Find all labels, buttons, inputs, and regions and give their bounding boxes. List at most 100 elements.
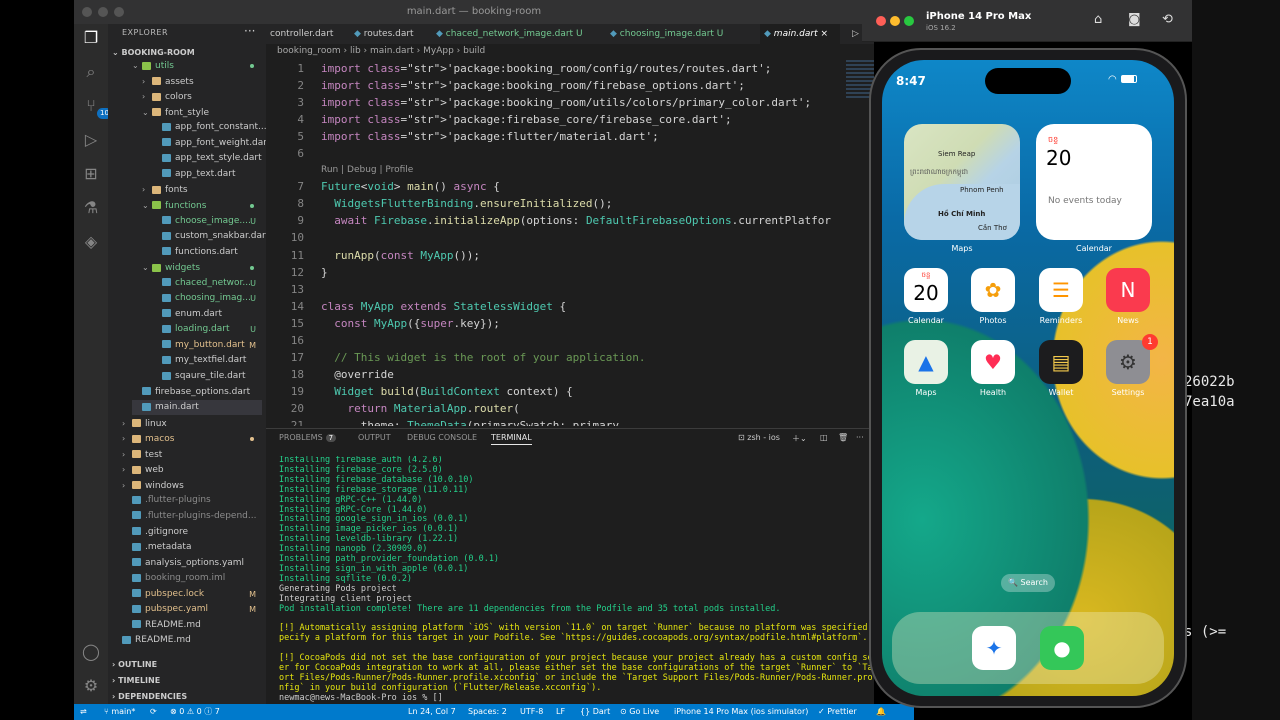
device-selector[interactable]: iPhone 14 Pro Max (ios simulator) [674,704,808,720]
tree-file[interactable]: .flutter-plugins-depend... [122,509,262,524]
calendar-app-icon[interactable]: ចន្ទ 20 [904,268,948,312]
tree-file[interactable]: .flutter-plugins [122,493,262,508]
account-icon[interactable]: ◯ [81,642,101,662]
sim-minimize-button[interactable] [890,16,900,26]
flutter-icon[interactable]: ◈ [81,232,101,252]
tree-folder[interactable]: › macos [122,431,262,446]
tree-file[interactable]: README.md [122,618,262,633]
code-line[interactable]: Widget build(BuildContext context) { [321,385,572,398]
cursor-position[interactable]: Ln 24, Col 7 [408,704,456,720]
minimize-window-button[interactable] [98,7,108,17]
tree-folder[interactable]: › web [122,462,262,477]
settings-gear-icon[interactable]: ⚙ [81,676,101,696]
branch-indicator[interactable]: ⑂ main* [104,704,135,720]
code-line[interactable]: import class="str">'package:booking_room… [321,79,745,92]
safari-icon[interactable]: ✦ [972,626,1016,670]
dependencies-section[interactable]: › DEPENDENCIES [112,692,187,701]
tree-file[interactable]: custom_snakbar.dart [152,229,266,244]
search-icon[interactable]: ⌕ [81,62,101,82]
tree-folder[interactable]: ⌄ functions [142,198,262,213]
codelens-run-debug[interactable]: Run | Debug | Profile [321,165,413,175]
tree-file[interactable]: pubspec.yaml M [122,602,262,617]
code-line[interactable]: return MaterialApp.router( [321,402,520,415]
explorer-icon[interactable]: ❐ [81,28,101,48]
tab-controller[interactable]: controller.dart [266,24,346,44]
photos-app-icon[interactable]: ✿ [971,268,1015,312]
tree-folder[interactable]: ⌄ widgets [142,260,262,275]
go-live-button[interactable]: ⊙ Go Live [620,704,659,720]
tree-file[interactable]: firebase_options.dart [132,385,262,400]
code-line[interactable]: theme: ThemeData(primarySwatch: primary [321,419,619,426]
tree-file[interactable]: .gitignore [122,525,262,540]
code-line[interactable]: await Firebase.initializeApp(options: De… [321,214,831,227]
close-window-button[interactable] [82,7,92,17]
sync-icon[interactable]: ⟳ [150,704,157,720]
run-debug-icon[interactable]: ▷ [81,130,101,150]
tab-problems[interactable]: PROBLEMS 7 [279,433,337,442]
tree-file[interactable]: loading.dart U [152,322,262,337]
code-line[interactable]: runApp(const MyApp()); [321,249,480,262]
tree-file[interactable]: app_font_weight.dart [152,136,266,151]
code-line[interactable]: @override [321,368,394,381]
tree-file[interactable]: README.md [112,633,262,648]
code-line[interactable]: Future<void> main() async { [321,180,500,193]
encoding[interactable]: UTF-8 [520,704,543,720]
line-ending[interactable]: LF [556,704,565,720]
code-line[interactable]: const MyApp({super.key}); [321,317,500,330]
maps-widget[interactable]: Siem Reap ព្រះរាជាណាចក្រកម្ពុជា Phnom Pe… [904,124,1020,240]
tree-folder[interactable]: ⌄ font_style [142,105,262,120]
screenshot-icon[interactable]: ◙ [1128,12,1141,27]
explorer-root-folder[interactable]: ⌄ BOOKING-ROOM [112,48,195,57]
outline-section[interactable]: › OUTLINE [112,660,157,669]
breadcrumb[interactable]: booking_room › lib › main.dart › MyApp ›… [277,46,485,56]
new-terminal-icon[interactable]: ＋⌄ [792,433,807,444]
tab-chaced-network-image[interactable]: ◆ chaced_network_image.dart U [432,24,602,44]
tab-main[interactable]: ◆ main.dart × [760,24,840,44]
terminal-output[interactable]: Installing firebase_auth (4.2.6) Installi… [279,456,874,704]
tree-file[interactable]: my_textfiel.dart [152,353,262,368]
tree-file[interactable]: main.dart [132,400,262,416]
code-line[interactable]: import class="str">'package:firebase_cor… [321,113,732,126]
tree-file[interactable]: booking_room.iml [122,571,262,586]
source-control-icon[interactable]: ⑂ 10 [81,96,112,119]
zoom-window-button[interactable] [114,7,124,17]
wallet-app-icon[interactable]: ▤ [1039,340,1083,384]
code-line[interactable]: import class="str">'package:booking_room… [321,96,811,109]
tree-file[interactable]: enum.dart [152,307,262,322]
remote-icon[interactable]: ⇌ [80,704,87,720]
spotlight-search-button[interactable]: 🔍 Search [1001,574,1055,592]
tab-terminal[interactable]: TERMINAL [491,433,532,445]
news-app-icon[interactable]: N [1106,268,1150,312]
code-line[interactable]: class MyApp extends StatelessWidget { [321,300,566,313]
tree-folder[interactable]: › linux [122,416,262,431]
split-terminal-icon[interactable]: ◫ [820,433,828,442]
code-editor[interactable]: 1 import class="str">'package:booking_roo… [266,60,866,426]
messages-icon[interactable]: ● [1040,626,1084,670]
tab-routes[interactable]: ◆ routes.dart [350,24,428,44]
tab-choosing-image[interactable]: ◆ choosing_image.dart U [606,24,756,44]
sim-zoom-button[interactable] [904,16,914,26]
sim-close-button[interactable] [876,16,886,26]
indentation[interactable]: Spaces: 2 [468,704,507,720]
tree-file[interactable]: .metadata [122,540,262,555]
code-line[interactable]: } [321,266,328,279]
code-line[interactable]: import class="str">'package:flutter/mate… [321,130,659,143]
tree-file[interactable]: pubspec.lock M [122,587,262,602]
tree-file[interactable]: my_button.dart M [152,338,262,353]
code-line[interactable]: // This widget is the root of your appli… [321,351,645,364]
prettier-indicator[interactable]: ✓ Prettier [818,704,857,720]
tree-folder[interactable]: › colors [142,89,262,104]
problems-indicator[interactable]: ⊗ 0 ⚠ 0 ⓘ 7 [170,704,220,720]
tree-file[interactable]: choose_image.... U [152,214,262,229]
reminders-app-icon[interactable]: ☰ [1039,268,1083,312]
tree-folder[interactable]: › windows [122,478,262,493]
calendar-widget[interactable]: ចន្ទ 20 No events today [1036,124,1152,240]
run-icon[interactable]: ▷ [848,24,859,44]
iphone-screen[interactable]: 8:47 ◠ Siem Reap ព្រះរាជាណាចក្រកម្ពុជា P… [882,60,1174,696]
tree-file[interactable]: sqaure_tile.dart [152,369,262,384]
more-icon[interactable]: ··· [856,433,864,442]
maps-app-icon[interactable]: ▲ [904,340,948,384]
tree-file[interactable]: chaced_networ... U [152,276,262,291]
health-app-icon[interactable]: ♥ [971,340,1015,384]
close-tab-icon[interactable]: × [820,29,828,39]
